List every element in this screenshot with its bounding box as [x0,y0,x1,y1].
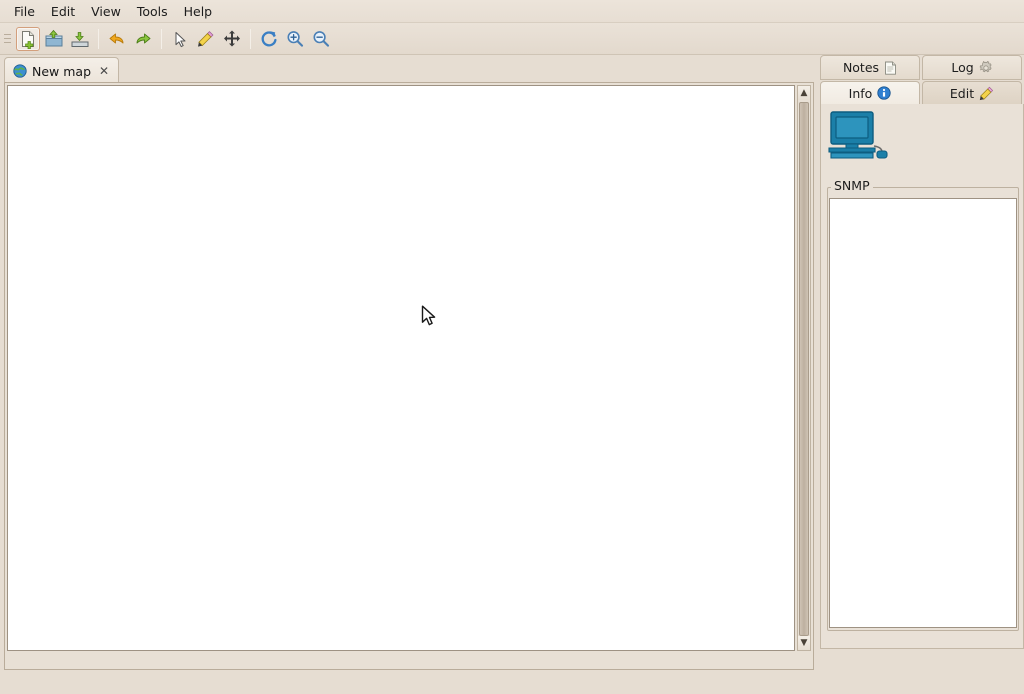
scroll-down-button[interactable]: ▼ [798,636,810,650]
side-panel-top-tabs: Notes Log [820,55,1024,80]
chevron-up-icon: ▲ [800,87,808,98]
map-canvas-frame: ▲ ▼ ◀ ▶ [4,82,814,670]
application-window: File Edit View Tools Help New map ✕ ▲ ▼ … [0,0,1024,694]
menu-bar: File Edit View Tools Help [0,0,1024,23]
side-panel-sub-tabs: Info Edit [820,81,1024,105]
document-page-icon [884,61,897,75]
menu-edit[interactable]: Edit [43,1,83,22]
toolbar-separator [161,28,162,49]
map-tab-new-map[interactable]: New map ✕ [4,57,120,84]
menu-help[interactable]: Help [176,1,221,22]
menu-view[interactable]: View [83,1,129,22]
edit-tab-label: Edit [949,85,975,101]
redo-button[interactable] [131,27,155,51]
open-map-button[interactable] [42,27,66,51]
chevron-down-icon: ▼ [800,637,808,648]
map-tab-label: New map [32,63,92,79]
select-tool-button[interactable] [168,27,192,51]
save-map-button[interactable] [68,27,92,51]
gear-icon [979,60,993,75]
pencil-icon [979,86,994,101]
toolbar [0,23,1024,55]
zoom-in-icon [285,29,305,49]
zoom-out-button[interactable] [309,27,333,51]
info-circle-icon [877,86,891,100]
close-icon[interactable]: ✕ [96,64,112,78]
snmp-group-label: SNMP [831,178,873,193]
undo-button[interactable] [105,27,129,51]
vertical-scrollbar-thumb[interactable] [799,102,809,636]
info-tab-label: Info [848,85,873,101]
menu-file[interactable]: File [6,1,43,22]
notes-tab-label: Notes [842,60,880,75]
tab-edit[interactable]: Edit [922,81,1022,105]
snmp-group-frame [827,187,1019,631]
zoom-out-icon [311,29,331,49]
toolbar-separator [250,28,251,49]
globe-icon [13,64,27,78]
new-document-icon [18,29,38,49]
refresh-circular-icon [259,29,279,49]
move-tool-button[interactable] [220,27,244,51]
side-panel: Notes Log Info Edit SNMP [820,55,1024,694]
tab-info[interactable]: Info [820,81,920,105]
toolbar-drag-handle[interactable] [3,29,13,49]
redo-arrow-icon [133,29,153,49]
toolbar-separator [98,28,99,49]
snmp-content-area[interactable] [829,198,1017,628]
undo-arrow-icon [107,29,127,49]
map-tab-strip: New map ✕ [0,55,818,135]
menu-tools[interactable]: Tools [129,1,176,22]
map-canvas[interactable] [7,85,795,651]
tab-log[interactable]: Log [922,55,1022,80]
snmp-group: SNMP [827,178,1019,631]
canvas-vertical-scrollbar[interactable]: ▲ ▼ [797,85,811,651]
zoom-in-button[interactable] [283,27,307,51]
info-panel-body: SNMP Properties [820,104,1024,649]
open-folder-icon [44,29,64,49]
mouse-pointer-icon [421,305,436,326]
pencil-icon [196,29,216,49]
cursor-arrow-icon [170,29,190,49]
move-cross-icon [222,29,242,49]
draw-tool-button[interactable] [194,27,218,51]
save-disk-icon [70,29,90,49]
refresh-button[interactable] [257,27,281,51]
scroll-up-button[interactable]: ▲ [798,86,810,100]
workstation-computer-icon [827,110,891,162]
tab-notes[interactable]: Notes [820,55,920,80]
log-tab-label: Log [951,60,974,75]
new-map-button[interactable] [16,26,40,51]
